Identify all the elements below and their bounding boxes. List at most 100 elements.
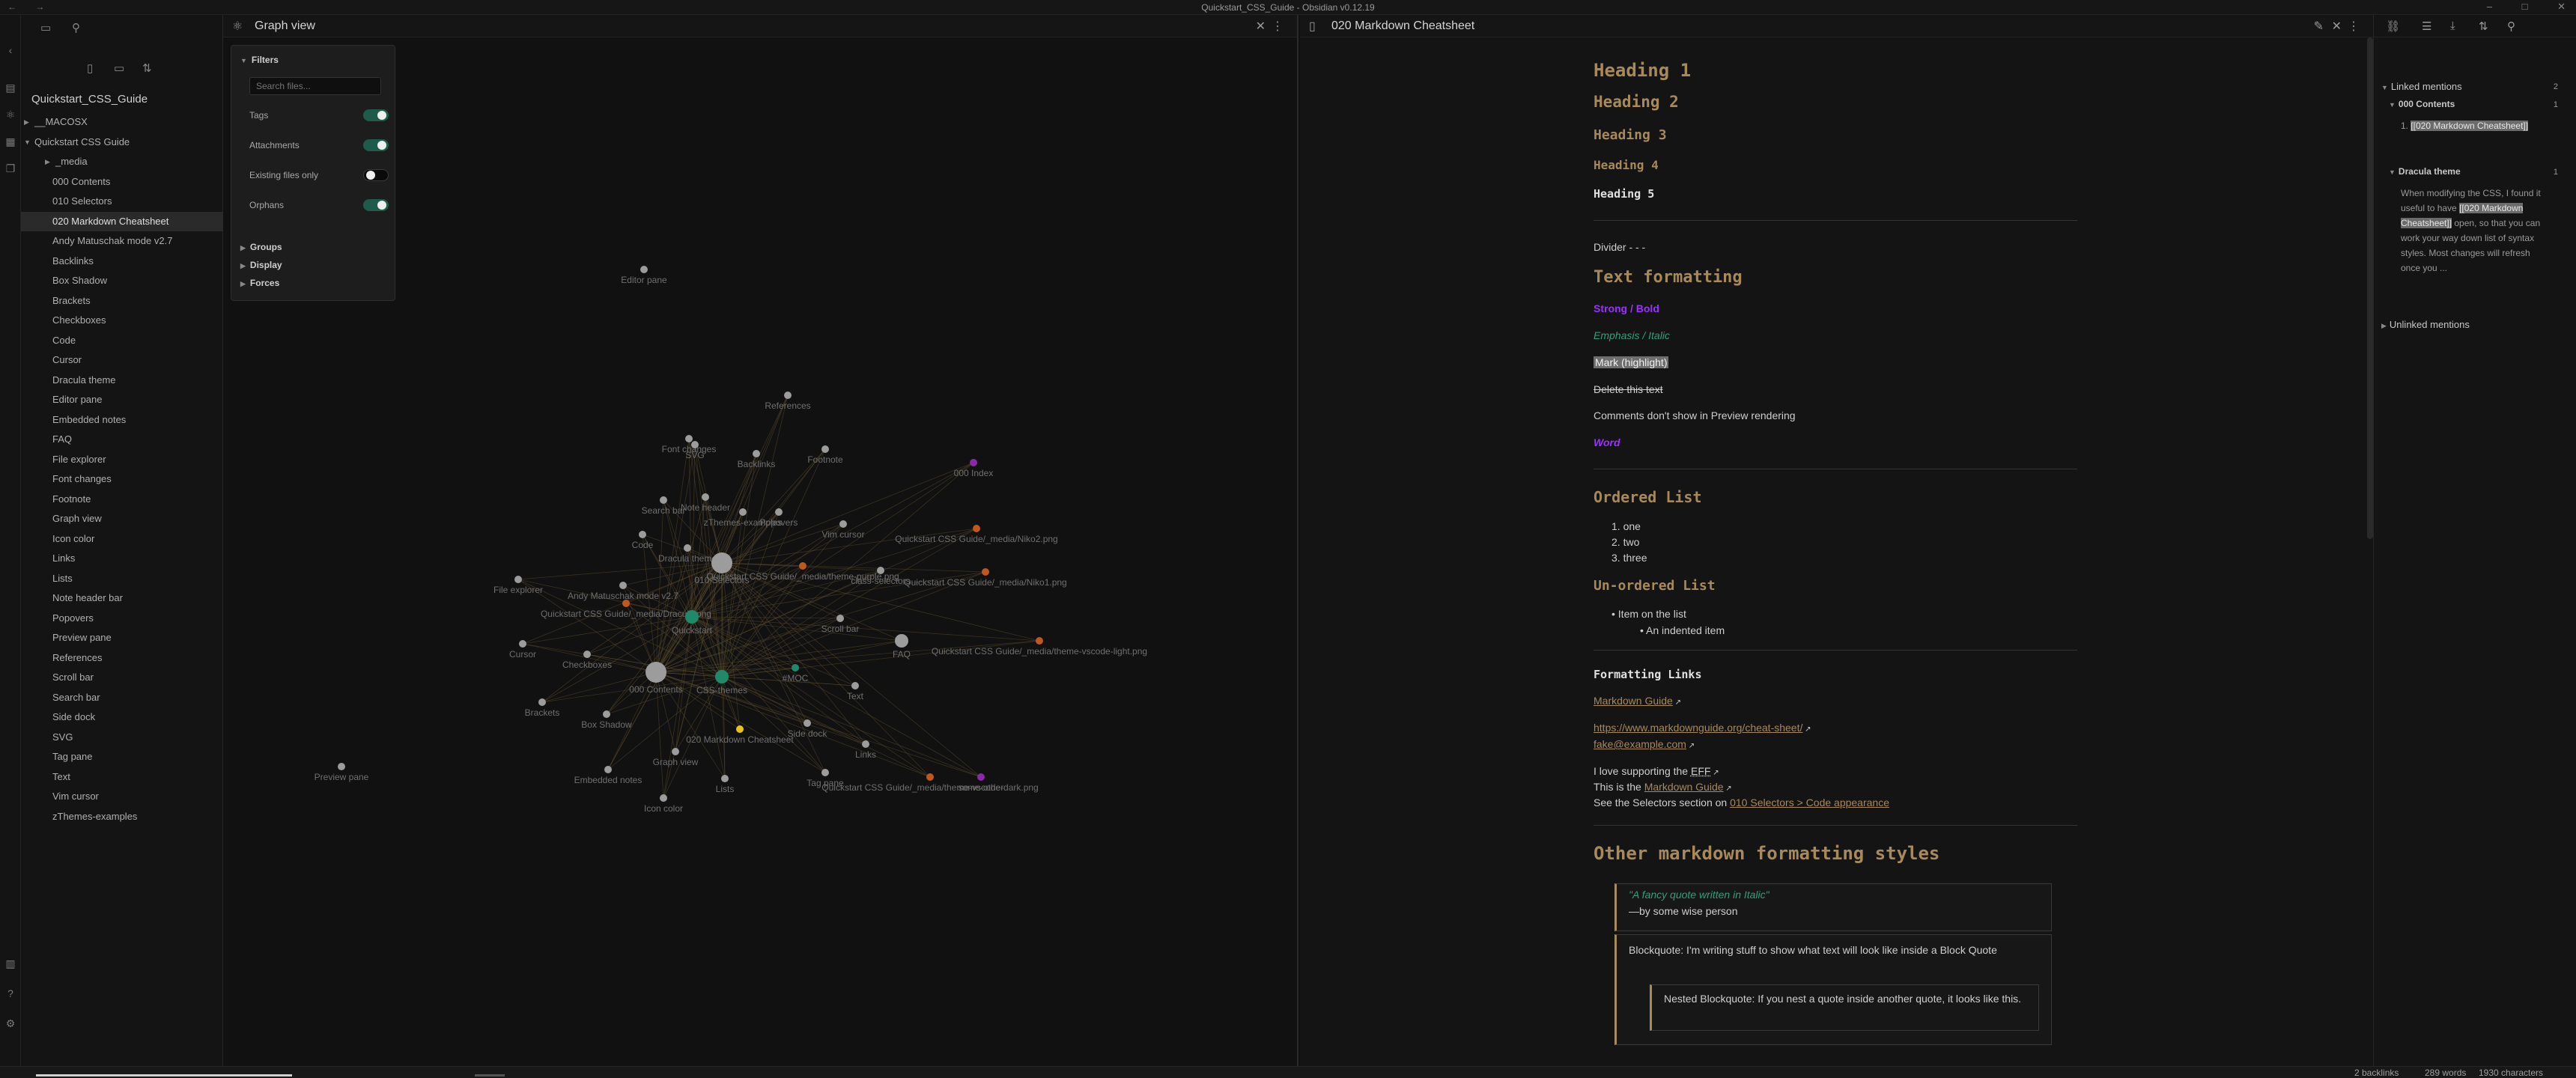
graph-node-dot[interactable] xyxy=(821,445,829,453)
groups-section-header[interactable]: ▶ Groups xyxy=(240,242,282,252)
file-item[interactable]: 020 Markdown Cheatsheet xyxy=(21,211,223,231)
file-item[interactable]: Font changes xyxy=(21,469,223,490)
linked-mentions-header[interactable]: ▼ Linked mentions xyxy=(2381,81,2462,92)
tags-toggle[interactable] xyxy=(363,109,389,121)
graph-node-dot[interactable] xyxy=(684,544,691,552)
graph-node-dot[interactable] xyxy=(691,441,699,448)
graph-node[interactable]: Popovers xyxy=(760,508,798,528)
graph-node-dot[interactable] xyxy=(702,493,709,501)
graph-node-dot[interactable] xyxy=(862,740,869,748)
graph-node-dot[interactable] xyxy=(895,634,908,648)
graph-node[interactable]: Brackets xyxy=(525,698,560,718)
close-pane-icon[interactable]: ✕ xyxy=(2332,19,2342,34)
minimize-button[interactable]: – xyxy=(2487,1,2492,12)
graph-node-dot[interactable] xyxy=(603,710,610,718)
selectors-internal-link[interactable]: 010 Selectors > Code appearance xyxy=(1730,797,1889,808)
file-item[interactable]: References xyxy=(21,648,223,669)
collapse-results-icon[interactable]: ⤓ xyxy=(2450,19,2455,32)
graph-node-dot[interactable] xyxy=(685,610,699,624)
graph-node[interactable]: Quickstart CSS Guide/_media/theme-vscode… xyxy=(821,773,1039,793)
graph-node[interactable]: Dracula theme xyxy=(658,544,717,564)
graph-node-dot[interactable] xyxy=(604,766,612,773)
graph-node[interactable]: Text xyxy=(847,682,864,701)
graph-node-dot[interactable] xyxy=(645,662,666,683)
file-item[interactable]: Note header bar xyxy=(21,588,223,609)
graph-node[interactable]: Lists xyxy=(716,775,735,794)
graph-node[interactable]: Box Shadow xyxy=(581,710,632,730)
graph-node[interactable]: Quickstart CSS Guide/_media/Niko2.png xyxy=(895,525,1058,544)
graph-node-dot[interactable] xyxy=(338,763,345,770)
graph-node-dot[interactable] xyxy=(926,773,934,781)
graph-node-dot[interactable] xyxy=(877,567,884,574)
file-item[interactable]: FAQ xyxy=(21,430,223,450)
graph-node[interactable]: Graph view xyxy=(653,748,699,767)
graph-node-dot[interactable] xyxy=(711,552,732,573)
graph-node-dot[interactable] xyxy=(640,266,648,273)
folder-item[interactable]: ▼ Quickstart CSS Guide xyxy=(21,133,223,153)
graph-node-dot[interactable] xyxy=(970,459,977,466)
graph-node-dot[interactable] xyxy=(685,435,693,442)
graph-node[interactable]: Preview pane xyxy=(315,763,369,782)
sort-icon[interactable]: ⇅ xyxy=(2479,19,2488,33)
graph-node-dot[interactable] xyxy=(977,773,985,781)
eff-abbr[interactable]: EFF xyxy=(1691,765,1710,777)
file-item[interactable]: Graph view xyxy=(21,509,223,529)
mention-group-dracula-theme[interactable]: ▼ Dracula theme xyxy=(2389,166,2461,177)
graph-node-dot[interactable] xyxy=(672,748,679,755)
list-icon[interactable]: ☰ xyxy=(2422,19,2431,33)
display-section-header[interactable]: ▶ Display xyxy=(240,260,282,270)
settings-icon[interactable]: ⚙ xyxy=(4,1017,17,1030)
graph-node-dot[interactable] xyxy=(660,794,667,802)
search-icon[interactable]: ⚲ xyxy=(72,21,80,34)
graph-search-input[interactable] xyxy=(249,77,381,95)
graph-node-dot[interactable] xyxy=(660,496,667,504)
graph-node[interactable]: Footnote xyxy=(807,445,843,465)
file-item[interactable]: Cursor xyxy=(21,350,223,371)
file-item[interactable]: Backlinks xyxy=(21,252,223,272)
graph-node-dot[interactable] xyxy=(821,769,829,776)
graph-node[interactable]: Checkboxes xyxy=(562,651,612,670)
graph-node-dot[interactable] xyxy=(839,520,847,528)
file-item[interactable]: Search bar xyxy=(21,688,223,708)
graph-node[interactable]: Cursor xyxy=(509,640,536,660)
file-item[interactable]: Box Shadow xyxy=(21,271,223,291)
graph-node[interactable]: Code xyxy=(632,531,654,550)
close-pane-icon[interactable]: ✕ xyxy=(1256,19,1266,34)
graph-node-dot[interactable] xyxy=(804,719,811,727)
graph-node[interactable]: File explorer xyxy=(493,576,543,595)
more-options-icon[interactable]: ⋮ xyxy=(1272,19,1284,34)
file-item[interactable]: Popovers xyxy=(21,609,223,629)
backlinks-tab-icon[interactable]: ⛓ xyxy=(2386,19,2400,33)
graph-node-dot[interactable] xyxy=(519,640,526,648)
file-item[interactable]: Embedded notes xyxy=(21,410,223,430)
file-item[interactable]: Dracula theme xyxy=(21,371,223,391)
graph-node[interactable]: Quickstart CSS Guide/_media/theme-vscode… xyxy=(932,637,1147,657)
graph-node-dot[interactable] xyxy=(583,651,591,658)
file-item[interactable]: Side dock xyxy=(21,707,223,728)
calendar-icon[interactable]: ▦ xyxy=(4,135,17,148)
graph-node-dot[interactable] xyxy=(982,568,989,576)
file-item[interactable]: Icon color xyxy=(21,529,223,549)
file-item[interactable]: File explorer xyxy=(21,450,223,470)
file-item[interactable]: Lists xyxy=(21,569,223,589)
quick-switcher-icon[interactable]: ▤ xyxy=(4,81,17,94)
graph-node-dot[interactable] xyxy=(775,508,783,516)
graph-node-dot[interactable] xyxy=(736,725,744,733)
graph-node-dot[interactable] xyxy=(753,450,760,457)
markdown-guide-link[interactable]: Markdown Guide xyxy=(1594,695,1673,707)
existing-files-toggle[interactable] xyxy=(363,169,389,181)
graph-node-dot[interactable] xyxy=(792,664,799,672)
graph-node-dot[interactable] xyxy=(851,682,859,689)
file-item[interactable]: Code xyxy=(21,331,223,351)
graph-node-dot[interactable] xyxy=(1036,637,1043,645)
maximize-button[interactable]: □ xyxy=(2522,1,2528,12)
file-item[interactable]: Links xyxy=(21,549,223,569)
graph-node-dot[interactable] xyxy=(538,698,546,706)
graph-node[interactable]: Search bar xyxy=(642,496,686,516)
graph-node-dot[interactable] xyxy=(514,576,522,583)
backlinks-count[interactable]: 2 backlinks xyxy=(2354,1068,2399,1078)
graph-node-dot[interactable] xyxy=(799,562,806,570)
cheatsheet-url-link[interactable]: https://www.markdownguide.org/cheat-shee… xyxy=(1594,722,1802,734)
attachments-toggle[interactable] xyxy=(363,139,389,151)
orphans-toggle[interactable] xyxy=(363,199,389,211)
